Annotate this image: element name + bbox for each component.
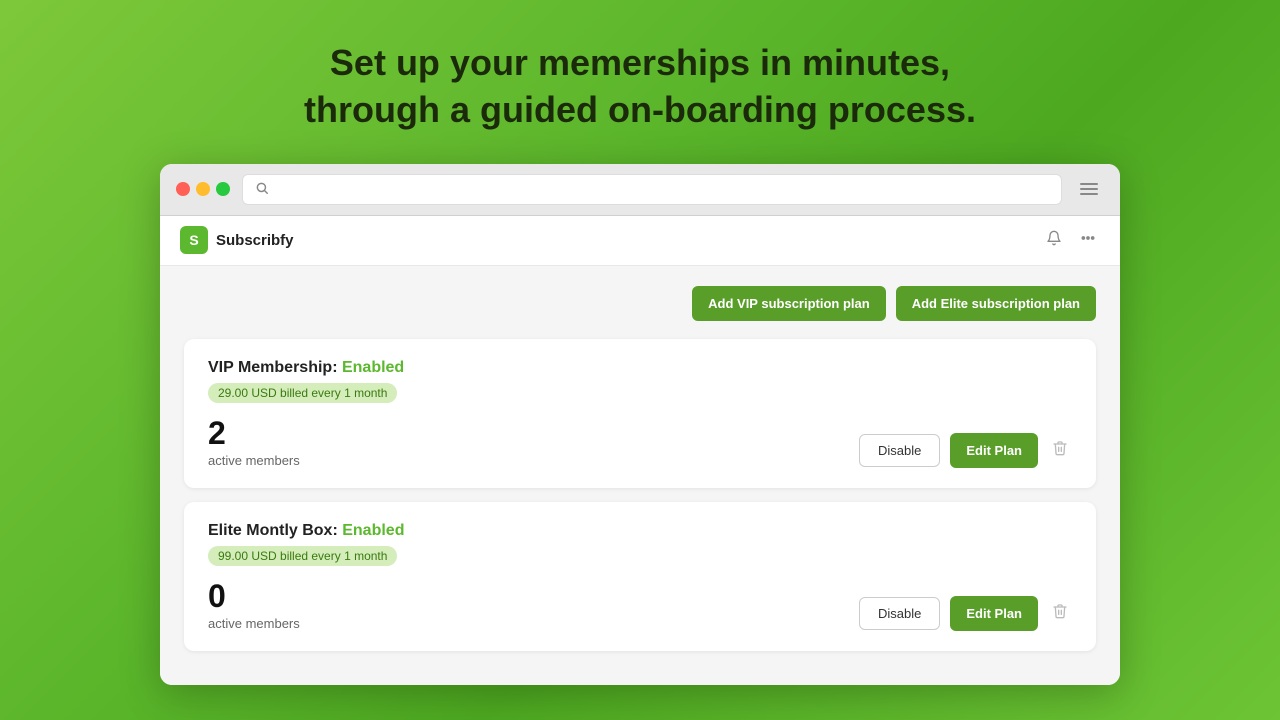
- add-vip-button[interactable]: Add VIP subscription plan: [692, 286, 886, 321]
- hero-section: Set up your memerships in minutes, throu…: [304, 40, 976, 134]
- traffic-light-yellow: [196, 182, 210, 196]
- menu-line: [1080, 193, 1098, 195]
- delete-button-vip[interactable]: [1048, 436, 1072, 465]
- action-bar: Add VIP subscription plan Add Elite subs…: [184, 286, 1096, 321]
- plan-status-elite: Enabled: [342, 522, 404, 539]
- plan-badge-elite: 99.00 USD billed every 1 month: [208, 546, 397, 566]
- brand-icon: S: [180, 226, 208, 254]
- plans-container: VIP Membership: Enabled 29.00 USD billed…: [184, 339, 1096, 651]
- edit-plan-button-elite[interactable]: Edit Plan: [950, 596, 1038, 631]
- plan-title-vip: VIP Membership: Enabled: [208, 359, 1072, 377]
- disable-button-elite[interactable]: Disable: [859, 597, 940, 630]
- member-info-elite: 0 active members: [208, 580, 300, 631]
- member-label-elite: active members: [208, 616, 300, 631]
- menu-line: [1080, 183, 1098, 185]
- delete-button-elite[interactable]: [1048, 599, 1072, 628]
- plan-card-elite: Elite Montly Box: Enabled 99.00 USD bill…: [184, 502, 1096, 651]
- edit-plan-button-vip[interactable]: Edit Plan: [950, 433, 1038, 468]
- app-navbar: S Subscribfy: [160, 216, 1120, 266]
- plan-status-vip: Enabled: [342, 359, 404, 376]
- plan-body-elite: 0 active members Disable Edit Plan: [208, 580, 1072, 631]
- brand-name: Subscribfy: [216, 232, 294, 249]
- member-info-vip: 2 active members: [208, 417, 300, 468]
- app-content: S Subscribfy: [160, 216, 1120, 685]
- app-brand: S Subscribfy: [180, 226, 294, 254]
- browser-chrome: [160, 164, 1120, 216]
- hero-line1: Set up your memerships in minutes,: [330, 42, 950, 83]
- traffic-light-green: [216, 182, 230, 196]
- main-content: Add VIP subscription plan Add Elite subs…: [160, 266, 1120, 685]
- plan-badge-vip: 29.00 USD billed every 1 month: [208, 383, 397, 403]
- search-icon: [255, 181, 269, 198]
- plan-card-vip: VIP Membership: Enabled 29.00 USD billed…: [184, 339, 1096, 488]
- hero-line2: through a guided on-boarding process.: [304, 89, 976, 130]
- add-elite-button[interactable]: Add Elite subscription plan: [896, 286, 1096, 321]
- disable-button-vip[interactable]: Disable: [859, 434, 940, 467]
- plan-title-elite: Elite Montly Box: Enabled: [208, 522, 1072, 540]
- more-options-button[interactable]: [1076, 226, 1100, 255]
- menu-icon[interactable]: [1074, 177, 1104, 201]
- navbar-actions: [1042, 226, 1100, 255]
- traffic-light-red: [176, 182, 190, 196]
- browser-window: S Subscribfy: [160, 164, 1120, 685]
- notification-button[interactable]: [1042, 226, 1066, 255]
- member-count-vip: 2: [208, 417, 300, 449]
- member-count-elite: 0: [208, 580, 300, 612]
- traffic-lights: [176, 182, 230, 196]
- member-label-vip: active members: [208, 453, 300, 468]
- plan-body-vip: 2 active members Disable Edit Plan: [208, 417, 1072, 468]
- plan-actions-vip: Disable Edit Plan: [859, 433, 1072, 468]
- menu-line: [1080, 188, 1098, 190]
- address-bar[interactable]: [242, 174, 1062, 205]
- plan-actions-elite: Disable Edit Plan: [859, 596, 1072, 631]
